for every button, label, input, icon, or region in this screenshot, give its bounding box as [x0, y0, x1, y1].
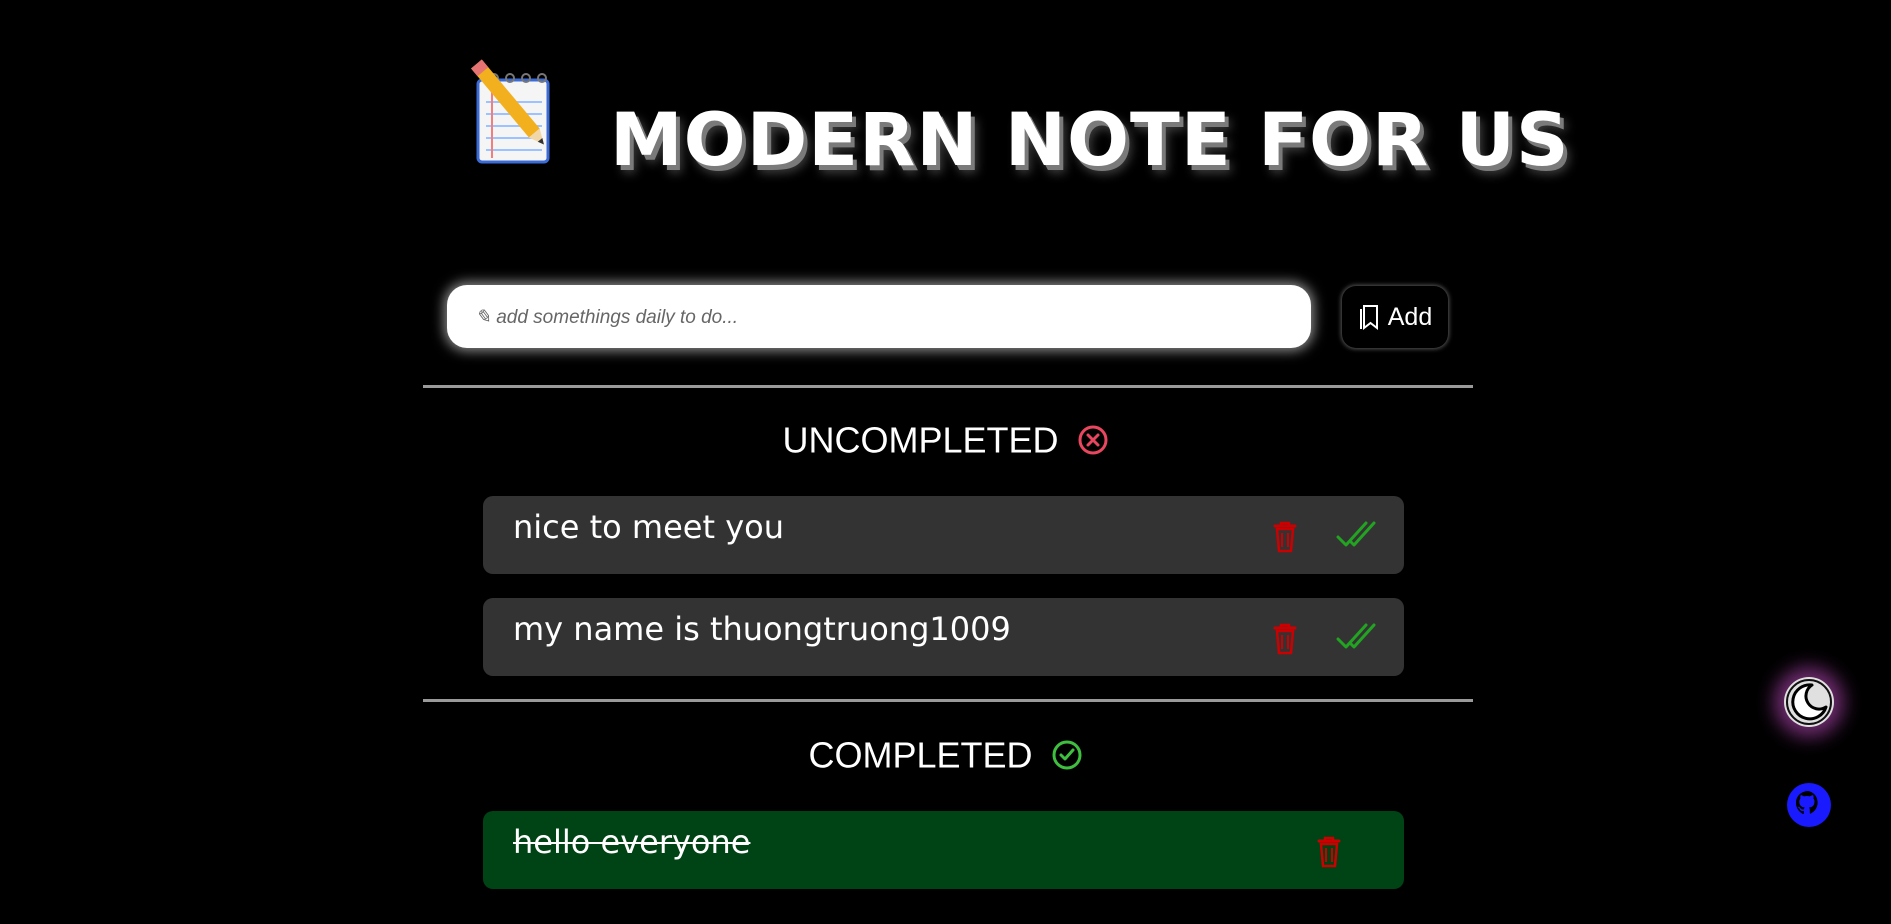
add-button-label: Add [1387, 302, 1433, 331]
github-icon[interactable] [1785, 781, 1833, 829]
completed-title: COMPLETED [808, 734, 1033, 776]
moon-icon [1786, 679, 1832, 725]
app-header: MODERN NOTE FOR US [460, 50, 1569, 183]
trash-icon[interactable] [1265, 515, 1305, 555]
completed-task-item: hello everyone [483, 811, 1404, 889]
double-check-icon[interactable] [1335, 515, 1379, 555]
completed-heading: COMPLETED [0, 732, 1891, 776]
app-title: MODERN NOTE FOR US [610, 98, 1570, 183]
theme-toggle-button[interactable] [1784, 677, 1834, 727]
task-input-container [447, 285, 1311, 350]
x-circle-icon [1078, 425, 1108, 455]
notepad-pencil-icon [471, 59, 550, 164]
task-text: hello everyone [513, 823, 751, 861]
trash-icon[interactable] [1265, 617, 1305, 657]
double-check-icon[interactable] [1335, 617, 1379, 657]
uncompleted-heading: UNCOMPLETED [0, 417, 1891, 461]
task-item: nice to meet you [483, 496, 1404, 574]
uncompleted-title: UNCOMPLETED [782, 419, 1059, 461]
divider-middle [423, 699, 1473, 702]
task-text: my name is thuongtruong1009 [513, 610, 1011, 648]
task-item: my name is thuongtruong1009 [483, 598, 1404, 676]
add-button[interactable]: Add [1342, 286, 1448, 348]
divider-top [423, 385, 1473, 388]
check-circle-icon [1052, 740, 1082, 770]
trash-icon[interactable] [1309, 830, 1349, 870]
task-text: nice to meet you [513, 508, 784, 546]
bookmark-icon [1359, 305, 1378, 331]
task-input[interactable] [473, 285, 1297, 350]
